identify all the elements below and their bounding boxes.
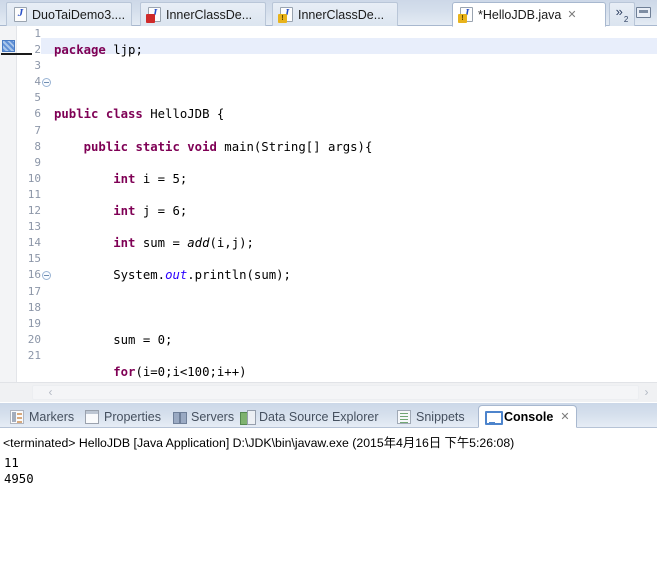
view-tab-label: Data Source Explorer [259, 410, 379, 424]
view-tab-bar: Markers Properties Servers Data Source E… [0, 403, 657, 428]
editor-tab-innerclassde-2[interactable]: ! InnerClassDe... [272, 2, 398, 26]
source-code-text[interactable]: package ljp; public class HelloJDB { pub… [54, 26, 417, 382]
markers-icon [10, 410, 24, 424]
code-line: public static void main(String[] args){ [83, 139, 373, 154]
console-icon [485, 410, 503, 425]
java-file-icon-error [146, 7, 161, 23]
console-process-label: <terminated> HelloJDB [Java Application]… [3, 436, 515, 450]
view-tab-properties[interactable]: Properties [85, 406, 161, 428]
console-view[interactable]: <terminated> HelloJDB [Java Application]… [0, 428, 657, 583]
properties-icon [85, 410, 99, 424]
servers-icon [172, 410, 187, 424]
line-number: 21 [27, 348, 41, 362]
editor-tab-duotaidemo3[interactable]: DuoTaiDemo3.... [6, 2, 132, 26]
view-tab-markers[interactable]: Markers [10, 406, 74, 428]
line-number: 5 [34, 91, 41, 105]
bottom-view-stack: Markers Properties Servers Data Source E… [0, 403, 657, 583]
line-number: 3 [34, 59, 41, 73]
line-number-ruler: 1 2 3 4 5 6 7 8 9 10 11 12 13 14 15 16 1… [17, 26, 41, 364]
view-tab-label: Console [504, 409, 554, 424]
close-icon[interactable]: ✕ [560, 410, 569, 423]
warning-badge: ! [458, 14, 467, 23]
line-number: 12 [27, 204, 41, 218]
line-number: 18 [27, 300, 41, 314]
line-number: 4 [34, 75, 41, 89]
java-file-icon [14, 7, 27, 22]
editor-horizontal-scrollbar[interactable]: ‹ › [0, 382, 657, 402]
line-number: 13 [27, 220, 41, 234]
editor-tab-label: *HelloJDB.java [478, 7, 562, 22]
editor-tab-hellojdb[interactable]: ! *HelloJDB.java ✕ [452, 2, 606, 27]
line-number: 14 [27, 236, 41, 250]
console-output-text[interactable]: 11 4950 [4, 456, 34, 487]
line-number: 8 [34, 139, 41, 153]
line-number: 9 [34, 155, 41, 169]
line-number: 7 [34, 123, 41, 137]
editor-tab-bar: DuoTaiDemo3.... InnerClassDe... ! InnerC… [0, 0, 657, 27]
editor-tab-label: DuoTaiDemo3.... [32, 7, 126, 22]
view-tab-label: Snippets [416, 410, 465, 424]
data-source-icon [240, 410, 256, 425]
code-line: int sum = add(i,j); [113, 236, 254, 251]
scroll-right-arrow-icon[interactable]: › [640, 386, 653, 399]
view-tab-label: Properties [104, 410, 161, 424]
code-line: sum = 0; [54, 332, 173, 347]
line-number: 20 [27, 332, 41, 346]
editor-tab-label: InnerClassDe... [298, 7, 385, 22]
line-number: 11 [27, 187, 41, 201]
code-editor[interactable]: 1 2 3 4 5 6 7 8 9 10 11 12 13 14 15 16 1… [0, 26, 657, 382]
view-tab-label: Markers [29, 410, 75, 424]
line-number: 2 [34, 43, 41, 57]
code-line: public class HelloJDB { [54, 107, 225, 122]
scroll-left-arrow-icon[interactable]: ‹ [44, 386, 57, 399]
java-file-icon-warning: ! [458, 7, 473, 23]
line-number: 19 [27, 316, 41, 330]
chevron-glyph: » [615, 4, 623, 19]
error-badge [146, 14, 155, 23]
scrollbar-trough[interactable] [32, 385, 639, 400]
code-line: package ljp; [54, 43, 143, 58]
fold-toggle-icon[interactable] [42, 271, 51, 280]
view-tab-snippets[interactable]: Snippets [397, 406, 465, 428]
view-tab-label: Servers [191, 410, 235, 424]
code-line: int j = 6; [113, 204, 188, 219]
fold-toggle-icon[interactable] [42, 78, 51, 87]
line-number: 6 [34, 107, 41, 121]
line-number: 10 [27, 171, 41, 185]
warning-badge: ! [278, 14, 287, 23]
restore-glyph [636, 7, 651, 18]
line-number: 17 [27, 284, 41, 298]
line-number: 16 [27, 268, 41, 282]
view-tab-console[interactable]: Console ✕ [478, 405, 577, 428]
java-file-icon-warning: ! [278, 7, 293, 23]
restore-window-icon[interactable] [636, 7, 651, 19]
code-line: System.out.println(sum); [54, 268, 291, 283]
editor-tab-innerclassde-1[interactable]: InnerClassDe... [140, 2, 266, 26]
hidden-tab-count: 2 [623, 15, 629, 24]
code-line: int i = 5; [113, 171, 188, 186]
view-tab-data-source-explorer[interactable]: Data Source Explorer [240, 406, 379, 428]
editor-annotation-gutter[interactable] [0, 26, 17, 382]
view-tab-servers[interactable]: Servers [172, 406, 234, 428]
line-number: 1 [34, 27, 41, 40]
close-icon[interactable]: ✕ [567, 8, 576, 21]
cursor-position-marker-icon [2, 40, 15, 52]
more-tabs-chevron-icon[interactable]: » 2 [609, 2, 635, 26]
code-line: for(i=0;i<100;i++) [113, 364, 247, 379]
line-number: 15 [27, 252, 41, 266]
editor-tab-label: InnerClassDe... [166, 7, 253, 22]
snippets-icon [397, 410, 411, 424]
